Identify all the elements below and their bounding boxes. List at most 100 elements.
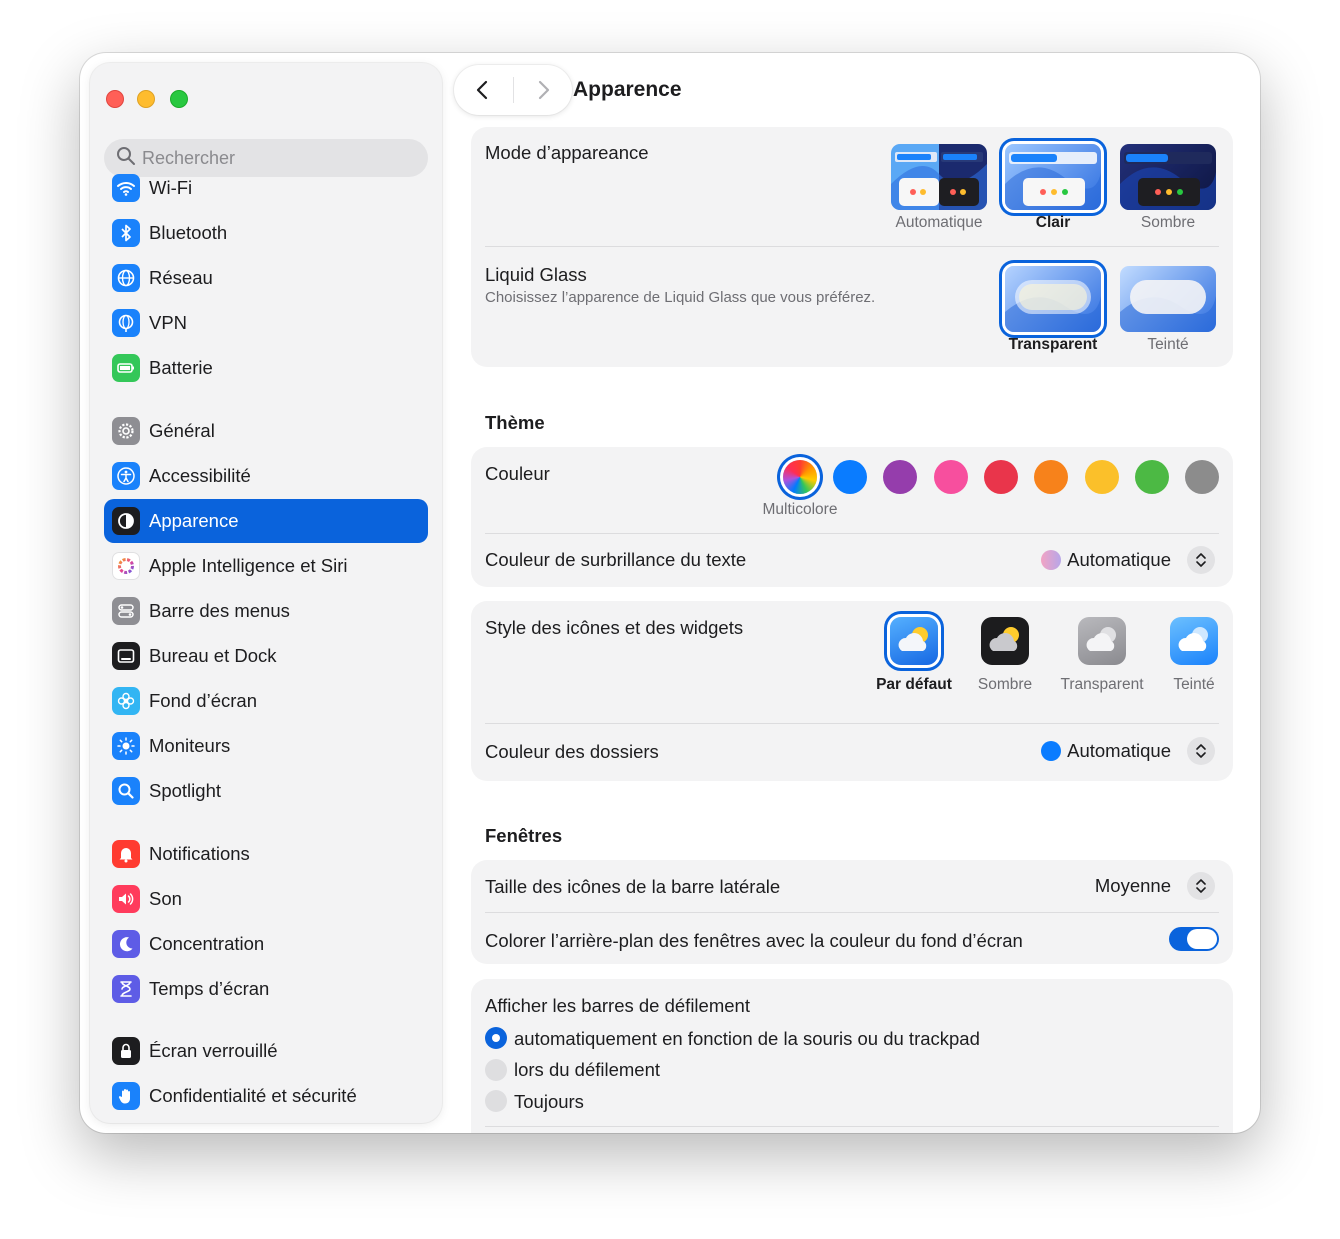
zoom-window-button[interactable] — [170, 90, 188, 108]
globe-icon — [112, 264, 140, 292]
highlight-color-value: Automatique — [1067, 549, 1171, 570]
dock-icon — [112, 642, 140, 670]
forward-button[interactable] — [513, 65, 572, 115]
windows-card: Taille des icônes de la barre latérale M… — [471, 860, 1233, 964]
scrollbars-always-label: Toujours — [514, 1091, 584, 1112]
divider — [485, 246, 1219, 247]
scrollbars-label: Afficher les barres de défilement — [485, 995, 750, 1016]
folder-color-popup[interactable]: Automatique — [1041, 737, 1215, 765]
chevron-right-icon — [538, 80, 549, 100]
sidebar-item-general[interactable]: Général — [104, 409, 428, 453]
color-swatch-pink[interactable] — [934, 460, 968, 494]
color-swatch-orange[interactable] — [1034, 460, 1068, 494]
back-button[interactable] — [454, 65, 513, 115]
speaker-icon — [112, 885, 140, 913]
window-tint-toggle[interactable] — [1169, 927, 1219, 951]
minimize-window-button[interactable] — [137, 90, 155, 108]
icon-style-tinted[interactable] — [1170, 617, 1218, 665]
appearance-dark-thumb[interactable] — [1120, 144, 1216, 210]
sidebar-icon-size-popup[interactable]: Moyenne — [1095, 872, 1215, 900]
liquid-glass-description: Choisissez l’apparence de Liquid Glass q… — [485, 289, 876, 306]
highlight-color-label: Couleur de surbrillance du texte — [485, 549, 747, 570]
sidebar-item-bluetooth[interactable]: Bluetooth — [104, 211, 428, 255]
color-swatch-purple[interactable] — [883, 460, 917, 494]
sidebar-item-network[interactable]: Réseau — [104, 256, 428, 300]
color-swatch-graphite[interactable] — [1185, 460, 1219, 494]
appearance-icon — [112, 507, 140, 535]
sidebar-item-label: Temps d’écran — [149, 978, 270, 999]
liquid-glass-tinted-label: Teinté — [1147, 336, 1189, 353]
sidebar-item-displays[interactable]: Moniteurs — [104, 724, 428, 768]
liquid-glass-tinted-thumb[interactable] — [1120, 266, 1216, 332]
sidebar-item-vpn[interactable]: VPN — [104, 301, 428, 345]
liquid-glass-transparent-label: Transparent — [1008, 336, 1098, 353]
battery-icon — [112, 354, 140, 382]
sidebar-item-label: Apple Intelligence et Siri — [149, 555, 348, 576]
sidebar-icon-size-value: Moyenne — [1094, 875, 1171, 896]
scrollbars-scrolling-label: lors du défilement — [514, 1059, 661, 1080]
sidebar-item-wifi[interactable]: Wi-Fi — [104, 166, 428, 210]
scrollbars-card: Afficher les barres de défilement automa… — [471, 979, 1233, 1133]
sidebar-item-label: Concentration — [149, 933, 265, 954]
sidebar-item-accessibility[interactable]: Accessibilité — [104, 454, 428, 498]
appearance-auto-label: Automatique — [895, 214, 983, 231]
liquid-glass-label: Liquid Glass — [485, 264, 587, 285]
sidebar-item-label: Apparence — [149, 510, 239, 531]
icons-widgets-card: Style des icônes et des widgets Par défa… — [471, 601, 1233, 781]
sidebar-item-spotlight[interactable]: Spotlight — [104, 769, 428, 813]
color-label: Couleur — [485, 463, 550, 484]
hourglass-icon — [112, 975, 140, 1003]
settings-window: Wi-Fi Bluetooth Réseau VPN — [80, 53, 1260, 1133]
sidebar-item-focus[interactable]: Concentration — [104, 922, 428, 966]
gear-icon — [112, 417, 140, 445]
scrollbars-always-radio[interactable] — [485, 1090, 507, 1112]
color-swatch-green[interactable] — [1135, 460, 1169, 494]
highlight-color-popup[interactable]: Automatique — [1041, 546, 1215, 574]
updown-chevron-icon — [1187, 737, 1215, 765]
color-swatch-yellow[interactable] — [1085, 460, 1119, 494]
toggle-knob — [1187, 929, 1217, 949]
color-swatch-multicolor[interactable] — [783, 460, 817, 494]
icon-style-transparent[interactable] — [1078, 617, 1126, 665]
sidebar-item-label: Bluetooth — [149, 222, 228, 243]
sidebar-item-label: Bureau et Dock — [149, 645, 277, 666]
color-swatch-red[interactable] — [984, 460, 1018, 494]
accessibility-icon — [112, 462, 140, 490]
sidebar-item-lock-screen[interactable]: Écran verrouillé — [104, 1029, 428, 1073]
updown-chevron-icon — [1187, 546, 1215, 574]
sidebar-item-label: Confidentialité et sécurité — [149, 1085, 357, 1106]
sidebar-item-privacy-security[interactable]: Confidentialité et sécurité — [104, 1074, 428, 1118]
icon-style-default[interactable] — [890, 617, 938, 665]
icon-style-dark[interactable] — [981, 617, 1029, 665]
sidebar-item-apple-intelligence[interactable]: Apple Intelligence et Siri — [104, 544, 428, 588]
close-window-button[interactable] — [106, 90, 124, 108]
sidebar-item-label: Accessibilité — [149, 465, 251, 486]
sidebar-item-battery[interactable]: Batterie — [104, 346, 428, 390]
selected-color-caption: Multicolore — [762, 501, 838, 518]
sidebar-item-desktop-dock[interactable]: Bureau et Dock — [104, 634, 428, 678]
sidebar-item-sound[interactable]: Son — [104, 877, 428, 921]
sidebar-item-label: Écran verrouillé — [149, 1040, 278, 1061]
color-swatch-blue[interactable] — [833, 460, 867, 494]
sidebar-item-menu-bar[interactable]: Barre des menus — [104, 589, 428, 633]
scrollbars-scrolling-radio[interactable] — [485, 1059, 507, 1081]
sidebar-item-label: Général — [149, 420, 215, 441]
divider — [485, 533, 1219, 534]
sidebar-item-notifications[interactable]: Notifications — [104, 832, 428, 876]
moon-icon — [112, 930, 140, 958]
liquid-glass-transparent-thumb[interactable] — [1005, 266, 1101, 332]
appearance-auto-thumb[interactable] — [891, 144, 987, 210]
chevron-left-icon — [477, 80, 488, 100]
appearance-light-thumb[interactable] — [1005, 144, 1101, 210]
sidebar-item-wallpaper[interactable]: Fond d’écran — [104, 679, 428, 723]
scrollbars-auto-label: automatiquement en fonction de la souris… — [514, 1028, 980, 1049]
sidebar-item-screen-time[interactable]: Temps d’écran — [104, 967, 428, 1011]
bell-icon — [112, 840, 140, 868]
sidebar-item-appearance[interactable]: Apparence — [104, 499, 428, 543]
bluetooth-icon — [112, 219, 140, 247]
sidebar-item-label: VPN — [149, 312, 188, 333]
highlight-swatch-icon — [1041, 550, 1062, 570]
scrollbars-auto-radio[interactable] — [485, 1027, 507, 1049]
menubar-icon — [112, 597, 140, 625]
icon-style-tinted-label: Teinté — [1173, 676, 1215, 693]
